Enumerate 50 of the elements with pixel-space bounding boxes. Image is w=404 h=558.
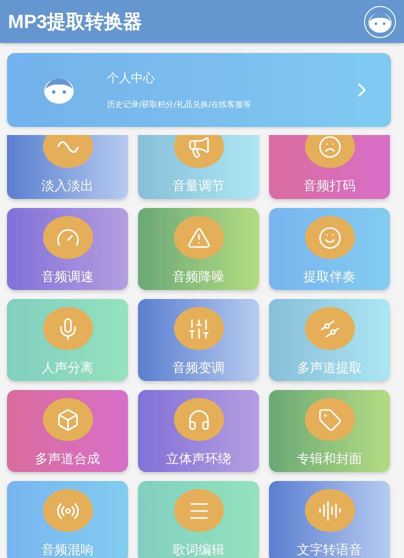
broadcast-icon (42, 489, 92, 532)
tool-label: 提取伴奏 (304, 269, 356, 286)
tool-label: 音频打码 (304, 178, 356, 195)
tool-label: 音频混响 (42, 542, 94, 558)
tool-label: 音频调速 (42, 269, 94, 286)
warning-icon (174, 216, 224, 259)
cube-icon (42, 398, 92, 441)
tool-tile[interactable]: 音频混响 (7, 481, 128, 558)
tool-tile[interactable]: 文字转语音 (269, 481, 390, 558)
face-icon (304, 135, 354, 168)
microphone-icon (42, 307, 92, 350)
tool-label: 立体声环绕 (166, 451, 231, 468)
wave-icon (42, 135, 92, 168)
tool-label: 专辑和封面 (297, 451, 362, 468)
tool-tile[interactable]: 多声道合成 (7, 390, 128, 472)
voice-icon (304, 489, 354, 532)
tool-tile[interactable]: 歌词编辑 (138, 481, 259, 558)
tool-label: 文字转语音 (297, 542, 362, 558)
tool-tile[interactable]: 人声分离 (7, 299, 128, 381)
tool-label: 多声道提取 (297, 360, 362, 377)
tool-tile[interactable]: 音频调速 (7, 208, 128, 290)
megaphone-icon (174, 135, 224, 168)
lines-icon (174, 489, 224, 532)
gauge-icon (42, 216, 92, 259)
app-title: MP3提取转换器 (8, 10, 142, 34)
profile-title: 个人中心 (107, 70, 156, 87)
tool-label: 淡入淡出 (42, 178, 94, 195)
tool-tile[interactable]: 专辑和封面 (269, 390, 390, 472)
tool-label: 人声分离 (42, 360, 94, 377)
tool-tile[interactable]: 音量调节 (138, 135, 259, 199)
tool-label: 歌词编辑 (172, 542, 224, 558)
tool-label: 音频变调 (172, 360, 224, 377)
profile-subtitle: 历史记录/获取积分/礼品兑换/在线客服等 (107, 99, 252, 110)
face-icon (304, 216, 354, 259)
tool-label: 多声道合成 (35, 451, 100, 468)
avatar-icon[interactable] (364, 6, 396, 38)
tool-label: 音频降噪 (172, 269, 224, 286)
headphones-icon (174, 398, 224, 441)
tool-tile[interactable]: 淡入淡出 (7, 135, 128, 199)
tool-tile[interactable]: 音频变调 (138, 299, 259, 381)
tool-tile[interactable]: 立体声环绕 (138, 390, 259, 472)
tool-tile[interactable]: 多声道提取 (269, 299, 390, 381)
tool-tile[interactable]: 音频打码 (269, 135, 390, 199)
tool-label: 音量调节 (172, 178, 224, 195)
profile-card[interactable]: 个人中心 历史记录/获取积分/礼品兑换/在线客服等 (7, 53, 391, 127)
tag-icon (304, 398, 354, 441)
sliders-icon (174, 307, 224, 350)
tool-tile[interactable]: 音频降噪 (138, 208, 259, 290)
knobs-icon (304, 307, 354, 350)
tool-tile[interactable]: 提取伴奏 (269, 208, 390, 290)
